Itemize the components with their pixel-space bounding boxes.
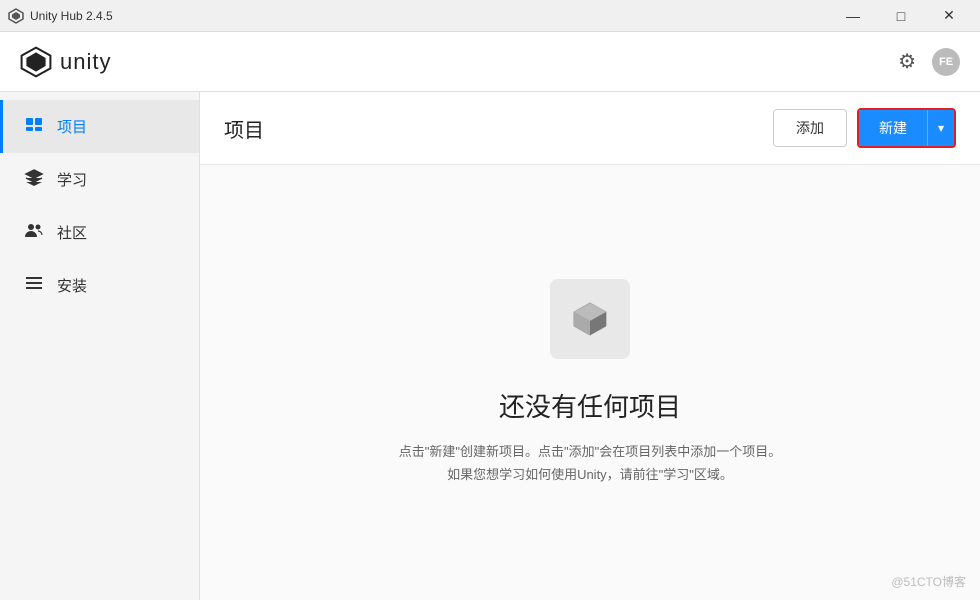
empty-icon-box — [550, 279, 630, 359]
sidebar-label-community: 社区 — [57, 222, 87, 243]
sidebar-item-learn[interactable]: 学习 — [0, 153, 199, 206]
empty-desc-line2: 如果您想学习如何使用Unity，请前往"学习"区域。 — [399, 463, 781, 486]
user-avatar[interactable]: FE — [932, 48, 960, 76]
installs-icon — [23, 273, 45, 298]
titlebar-left: Unity Hub 2.4.5 — [8, 8, 113, 24]
empty-state: 还没有任何项目 点击"新建"创建新项目。点击"添加"会在项目列表中添加一个项目。… — [200, 165, 980, 600]
unity-titlebar-icon — [8, 8, 24, 24]
sidebar-label-projects: 项目 — [57, 116, 87, 137]
empty-title: 还没有任何项目 — [499, 387, 681, 424]
sidebar: 项目 学习 社区 — [0, 92, 200, 600]
titlebar-title: Unity Hub 2.4.5 — [30, 9, 113, 23]
maximize-button[interactable]: □ — [878, 0, 924, 32]
empty-description: 点击"新建"创建新项目。点击"添加"会在项目列表中添加一个项目。 如果您想学习如… — [399, 440, 781, 487]
logo-area: unity — [20, 46, 111, 78]
close-button[interactable]: ✕ — [926, 0, 972, 32]
empty-desc-line1: 点击"新建"创建新项目。点击"添加"会在项目列表中添加一个项目。 — [399, 440, 781, 463]
settings-icon[interactable]: ⚙ — [898, 49, 916, 74]
logo-text: unity — [60, 49, 111, 75]
add-button[interactable]: 添加 — [773, 109, 847, 147]
sidebar-item-installs[interactable]: 安装 — [0, 259, 199, 312]
content-header: 项目 添加 新建 ▾ — [200, 92, 980, 165]
main-layout: 项目 学习 社区 — [0, 92, 980, 600]
content-area: 项目 添加 新建 ▾ 还没有任何项目 点击"新建"创建新项目。点 — [200, 92, 980, 600]
sidebar-label-learn: 学习 — [57, 169, 87, 190]
projects-icon — [23, 114, 45, 139]
new-dropdown-button[interactable]: ▾ — [927, 110, 954, 146]
new-button-group: 新建 ▾ — [857, 108, 956, 148]
content-title: 项目 — [224, 114, 264, 143]
app-header: unity ⚙ FE — [0, 32, 980, 92]
empty-cube-icon — [568, 297, 612, 341]
new-project-button[interactable]: 新建 — [859, 110, 927, 146]
learn-icon — [23, 167, 45, 192]
unity-logo-icon — [20, 46, 52, 78]
minimize-button[interactable]: — — [830, 0, 876, 32]
header-right: ⚙ FE — [898, 48, 960, 76]
community-icon — [23, 220, 45, 245]
sidebar-label-installs: 安装 — [57, 275, 87, 296]
titlebar: Unity Hub 2.4.5 — □ ✕ — [0, 0, 980, 32]
sidebar-item-projects[interactable]: 项目 — [0, 100, 199, 153]
titlebar-controls: — □ ✕ — [830, 0, 972, 32]
content-actions: 添加 新建 ▾ — [773, 108, 956, 148]
sidebar-item-community[interactable]: 社区 — [0, 206, 199, 259]
watermark: @51CTO博客 — [891, 573, 966, 590]
